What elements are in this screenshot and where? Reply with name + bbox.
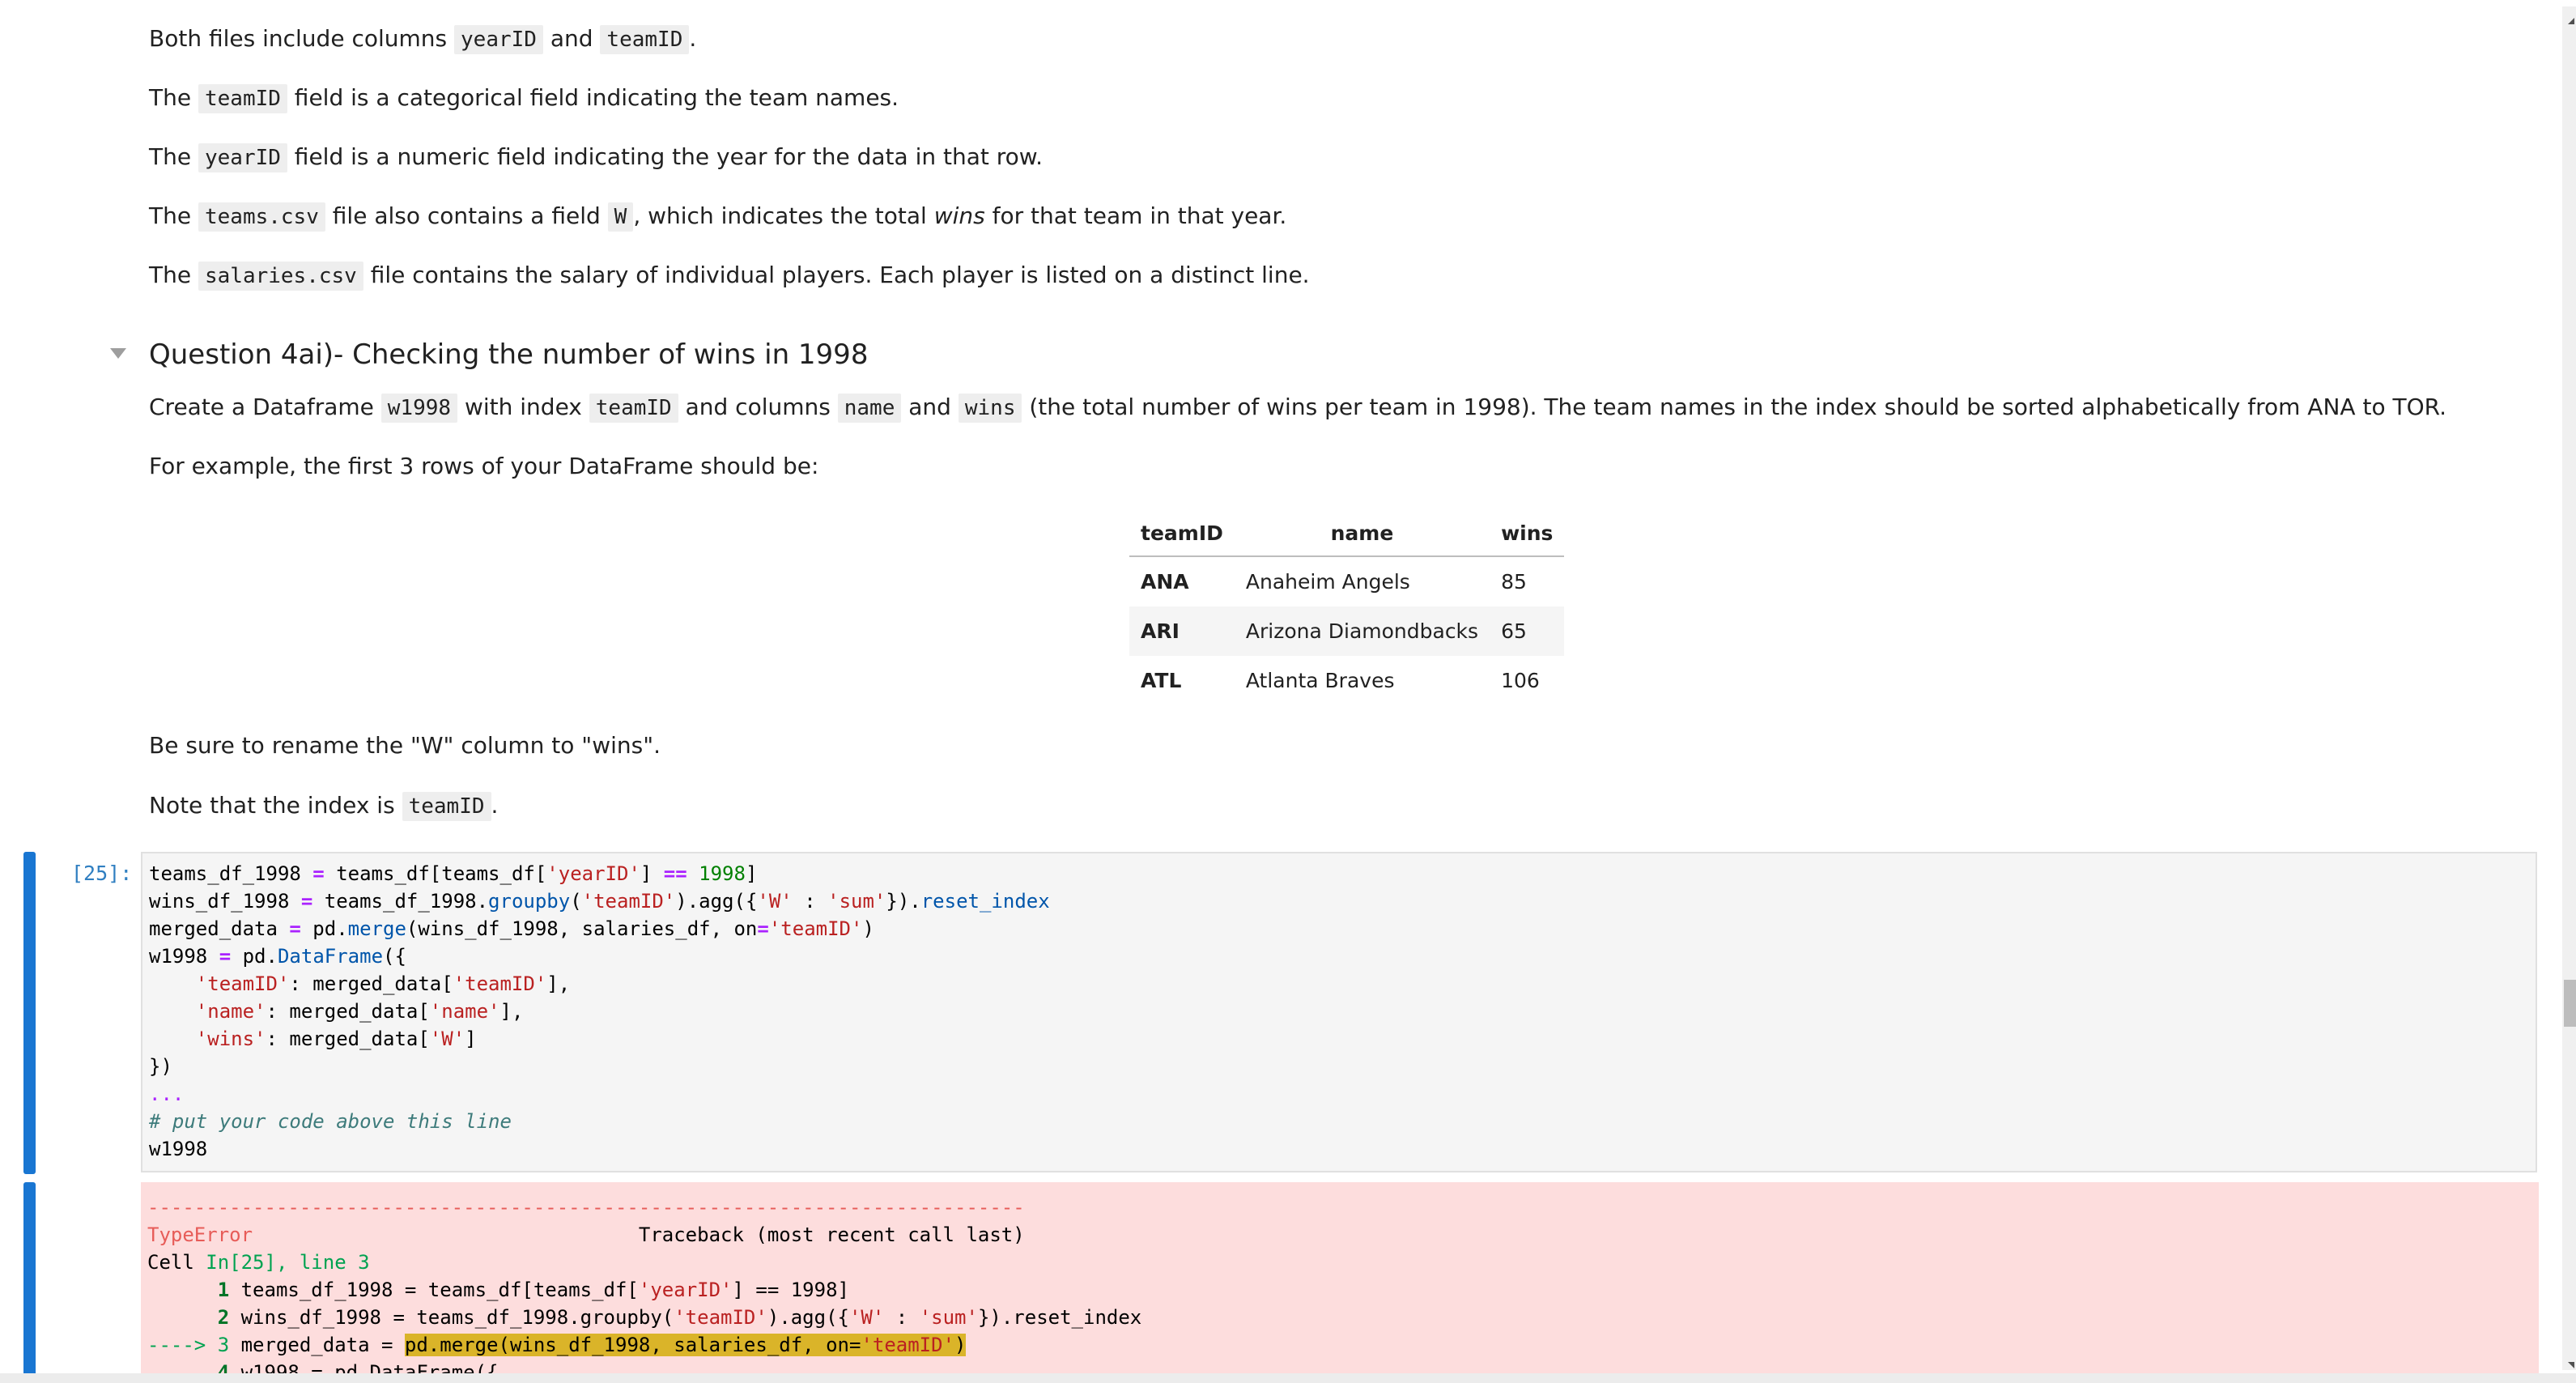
inline-code: teamID	[402, 792, 491, 821]
execution-count: [25]:	[71, 862, 133, 885]
code-line: ...	[149, 1083, 185, 1105]
code-line: w1998 = pd.DataFrame({	[149, 945, 406, 968]
cell-name: Atlanta Braves	[1245, 669, 1395, 692]
inline-code: yearID	[454, 25, 543, 54]
question-heading: Question 4ai)- Checking the number of wi…	[149, 338, 869, 371]
table-row: ARI Arizona Diamondbacks 65	[1129, 606, 1565, 656]
row-index: ARI	[1141, 619, 1180, 643]
table-row: ATL Atlanta Braves 106	[1129, 656, 1564, 705]
table-header-row: teamID name wins	[1129, 510, 1565, 557]
scroll-down-arrow-icon[interactable]	[2568, 1362, 2574, 1368]
intro-line-5: The salaries.csv file contains the salar…	[149, 259, 1310, 292]
output-collapse-bar[interactable]	[23, 1182, 36, 1383]
cell-wins: 85	[1501, 570, 1527, 594]
table-row: ANA Anaheim Angels 85	[1129, 556, 1564, 606]
code-content[interactable]: teams_df_1998 = teams_df[teams_df['yearI…	[149, 860, 1050, 1163]
collapse-heading-icon[interactable]	[110, 348, 126, 359]
code-line: wins_df_1998 = teams_df_1998.groupby('te…	[149, 890, 1050, 913]
inline-code: teamID	[600, 25, 690, 54]
intro-line-2: The teamID field is a categorical field …	[149, 82, 899, 115]
intro-line-4: The teams.csv file also contains a field…	[149, 200, 1286, 233]
row-index: ATL	[1141, 669, 1182, 692]
inline-code: w1998	[380, 394, 458, 423]
traceback-separator: ----------------------------------------…	[147, 1196, 1025, 1219]
vertical-scrollbar[interactable]	[2562, 6, 2576, 1370]
index-note: Note that the index is teamID.	[149, 789, 498, 823]
traceback-line: wins_df_1998 = teams_df_1998.groupby('te…	[240, 1306, 1142, 1329]
cell-wins: 65	[1501, 619, 1527, 643]
code-line: teams_df_1998 = teams_df[teams_df['yearI…	[149, 862, 758, 885]
traceback-line-error: merged_data = pd.merge(wins_df_1998, sal…	[240, 1334, 967, 1356]
code-editor[interactable]: teams_df_1998 = teams_df[teams_df['yearI…	[141, 852, 2537, 1172]
code-line: })	[149, 1055, 172, 1078]
cell-reference-link[interactable]: In[25], line 3	[206, 1251, 369, 1274]
column-header: wins	[1490, 510, 1565, 557]
cell-selection-bar[interactable]	[23, 852, 36, 1174]
code-line: w1998	[149, 1138, 208, 1160]
cell-name: Anaheim Angels	[1245, 570, 1410, 594]
inline-code: salaries.csv	[198, 262, 363, 291]
cell-name: Arizona Diamondbacks	[1245, 619, 1479, 643]
column-header: teamID	[1129, 510, 1235, 557]
inline-code: name	[837, 394, 902, 423]
inline-code: teamID	[589, 394, 678, 423]
code-line: 'name': merged_data['name'],	[195, 1000, 524, 1023]
code-comment: # put your code above this line	[149, 1110, 512, 1133]
scroll-up-arrow-icon[interactable]	[2568, 18, 2574, 24]
error-arrow: ---->	[147, 1334, 218, 1356]
code-line: merged_data = pd.merge(wins_df_1998, sal…	[149, 917, 874, 940]
scrollbar-thumb[interactable]	[2564, 980, 2576, 1027]
traceback: ----------------------------------------…	[147, 1196, 1142, 1383]
error-type: TypeError	[147, 1223, 253, 1246]
error-highlight: pd.merge(wins_df_1998, salaries_df, on='…	[404, 1334, 967, 1356]
example-table: teamID name wins ANA Anaheim Angels 85 A…	[1129, 510, 1565, 705]
column-header: name	[1234, 510, 1490, 557]
code-line: 'wins': merged_data['W']	[195, 1028, 477, 1050]
rename-note: Be sure to rename the "W" column to "win…	[149, 732, 661, 759]
intro-line-1: Both files include columns yearID and te…	[149, 23, 696, 56]
inline-code: teamID	[198, 84, 287, 113]
intro-line-3: The yearID field is a numeric field indi…	[149, 141, 1043, 174]
horizontal-scrollbar[interactable]	[0, 1373, 2576, 1383]
inline-code: wins	[958, 394, 1022, 423]
example-intro: For example, the first 3 rows of your Da…	[149, 453, 819, 479]
row-index: ANA	[1141, 570, 1189, 594]
traceback-label: Traceback (most recent call last)	[638, 1223, 1025, 1246]
inline-code: yearID	[198, 143, 287, 172]
inline-code: teams.csv	[198, 202, 325, 232]
traceback-line: teams_df_1998 = teams_df[teams_df['yearI…	[240, 1279, 849, 1301]
inline-code: W	[607, 202, 634, 232]
question-description: Create a Dataframe w1998 with index team…	[149, 391, 2446, 424]
error-output: ----------------------------------------…	[141, 1182, 2539, 1383]
cell-wins: 106	[1501, 669, 1540, 692]
code-line: 'teamID': merged_data['teamID'],	[195, 972, 571, 995]
